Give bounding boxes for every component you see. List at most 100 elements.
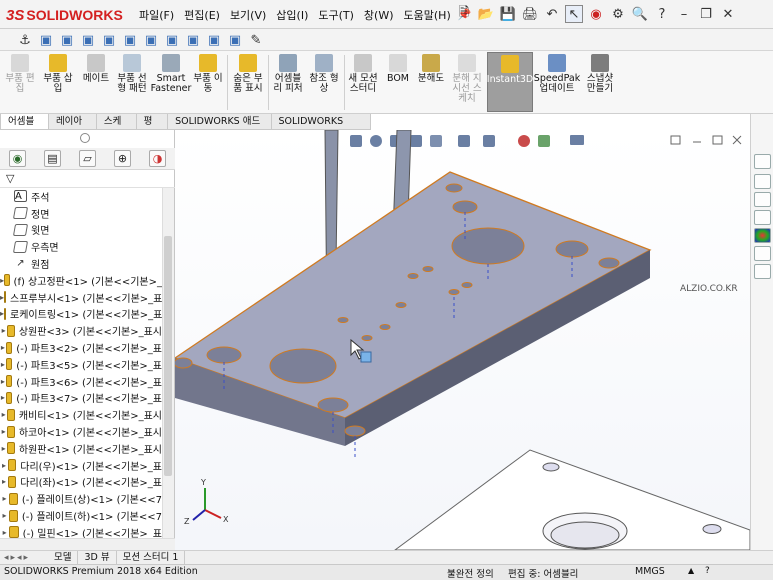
tree-item[interactable]: ▸ (-) 파트3<5> (기본<<기본>_표 (0, 356, 162, 373)
print-icon[interactable]: 🖨 (521, 5, 539, 23)
select-arrow-icon[interactable]: ↖ (565, 5, 583, 23)
bolt-hole[interactable] (452, 200, 478, 214)
exploded-view-button[interactable]: 분해도 (414, 54, 448, 84)
move-component-button[interactable]: 부품 이 동 (192, 54, 224, 94)
lower-plate[interactable] (393, 449, 751, 551)
menu-insert[interactable]: 삽입(I) (271, 7, 313, 23)
instant3d-button[interactable]: Instant3D (487, 52, 533, 112)
tree-filter[interactable]: ▽ (0, 170, 175, 188)
tab-mbd[interactable]: SOLIDWORKS MBD (270, 114, 371, 142)
tree-item[interactable]: ↗ 원점 (0, 255, 162, 272)
tree-item[interactable]: ▸ 다리(좌)<1> (기본<<기본>_표 (0, 474, 162, 491)
tree-item[interactable]: ▸ (-) 파트3<7> (기본<<기본>_표 (0, 390, 162, 407)
panel-pin-icon[interactable] (80, 133, 90, 143)
view-normal-to-icon[interactable]: ▣ (226, 31, 244, 49)
forum-icon[interactable] (754, 264, 771, 279)
heads-up-toolbar[interactable] (350, 135, 584, 147)
tree-item[interactable]: 우측면 (0, 238, 162, 255)
view-back-icon[interactable]: ▣ (58, 31, 76, 49)
save-icon[interactable]: 💾 (499, 5, 517, 23)
bolt-hole[interactable] (173, 357, 193, 369)
menu-file[interactable]: 파일(F) (134, 7, 179, 23)
viewport-close-icon[interactable] (732, 135, 742, 145)
view-palette-icon[interactable] (754, 210, 771, 225)
filter-funnel-icon[interactable]: ▽ (6, 172, 14, 185)
view-top-icon[interactable]: ▣ (121, 31, 139, 49)
view-dimetric-icon[interactable]: ▣ (184, 31, 202, 49)
bolt-hole[interactable] (598, 257, 620, 269)
large-hole-bottom[interactable] (269, 348, 337, 384)
view-left-icon[interactable]: ▣ (79, 31, 97, 49)
menu-edit[interactable]: 편집(E) (179, 7, 225, 23)
close-icon[interactable]: ✕ (719, 5, 737, 23)
tree-item[interactable]: 윗면 (0, 222, 162, 239)
tab-evaluate[interactable]: 평가 (135, 114, 169, 142)
restore-icon[interactable]: ❐ (697, 5, 715, 23)
expand-arrow-icon[interactable]: ▸ (0, 444, 7, 453)
solidworks-resources-icon[interactable] (754, 154, 771, 169)
bolt-hole[interactable] (206, 346, 242, 364)
expand-arrow-icon[interactable]: ▸ (0, 528, 9, 537)
display-style-icon[interactable] (458, 135, 470, 147)
tab-model[interactable]: 모델 (48, 550, 79, 565)
mold-plate[interactable] (173, 171, 652, 446)
menu-window[interactable]: 창(W) (359, 7, 399, 23)
tree-item[interactable]: ▸ (-) 파트3<6> (기본<<기본>_표 (0, 373, 162, 390)
expand-arrow-icon[interactable]: ▸ (0, 427, 7, 436)
help-question-icon[interactable]: ? (705, 566, 710, 576)
feature-tree-tab-icon[interactable]: ◉ (9, 150, 26, 167)
help-icon[interactable]: ? (653, 5, 671, 23)
tab-addins[interactable]: SOLIDWORKS 애드인 (167, 114, 272, 142)
minimize-icon[interactable]: – (675, 5, 693, 23)
assembly-3d-view[interactable]: Y X Z (173, 129, 751, 551)
viewport-restore-icon[interactable] (712, 135, 723, 145)
solidworks-logo[interactable]: 3S SOLIDWORKS (6, 4, 123, 26)
viewport-window-controls[interactable] (670, 135, 742, 145)
reference-geometry-button[interactable]: 참조 형 상 (307, 54, 341, 94)
expand-arrow-icon[interactable]: ▸ (0, 360, 6, 369)
edit-appearance-icon[interactable] (518, 135, 530, 147)
tab-sketch[interactable]: 스케치 (95, 114, 137, 142)
view-trimetric-icon[interactable]: ▣ (205, 31, 223, 49)
expand-arrow-icon[interactable]: ▸ (0, 343, 6, 352)
options-gear-icon[interactable]: ⚙ (609, 5, 627, 23)
expand-arrow-icon[interactable]: ▸ (0, 326, 7, 335)
menu-view[interactable]: 보기(V) (225, 7, 271, 23)
viewport-tile-icon[interactable] (670, 135, 681, 145)
tree-item[interactable]: A 주석 (0, 188, 162, 205)
custom-properties-icon[interactable] (754, 246, 771, 261)
display-manager-tab-icon[interactable]: ◑ (149, 150, 166, 167)
property-manager-tab-icon[interactable]: ▤ (44, 150, 61, 167)
bolt-hole[interactable] (317, 397, 349, 413)
expand-arrow-icon[interactable]: ▸ (0, 377, 6, 386)
view-iso-icon[interactable]: ▣ (163, 31, 181, 49)
tree-item[interactable]: ▸ (-) 밀핀<1> (기본<<기본>_표 (0, 524, 162, 538)
tree-item[interactable]: ▸ 상원판<3> (기본<<기본>_표시 (0, 322, 162, 339)
tree-item[interactable]: 정면 (0, 205, 162, 222)
expand-arrow-icon[interactable]: ▸ (0, 393, 6, 402)
large-hole-top[interactable] (451, 227, 525, 265)
tab-layout[interactable]: 레이아웃 (47, 114, 97, 142)
tree-horizontal-scrollbar[interactable] (0, 538, 175, 550)
tab-3d-views[interactable]: 3D 뷰 (78, 550, 117, 565)
view-orientation-icon[interactable] (430, 135, 442, 147)
new-motion-study-button[interactable]: 새 모션 스터디 (346, 54, 380, 94)
menu-tools[interactable]: 도구(T) (313, 7, 359, 23)
expand-arrow-icon[interactable]: ▸ (0, 494, 9, 503)
insert-component-button[interactable]: 부품 삽 입 (42, 54, 74, 94)
tree-item[interactable]: ▸ (-) 플레이트(상)<1> (기본<<7 (0, 490, 162, 507)
tree-scroll-thumb[interactable] (164, 236, 172, 476)
graphics-viewport[interactable]: Y X Z ALZIO.CO.KR (173, 129, 751, 551)
tab-scroll-arrows[interactable]: ◂▸◂▸ (0, 553, 48, 563)
tree-item[interactable]: ▸ 하원판<1> (기본<<기본>_표시 (0, 440, 162, 457)
tree-item[interactable]: ▸ 캐비티<1> (기본<<기본>_표시 (0, 406, 162, 423)
tree-item[interactable]: ▸ (-) 플레이트(하)<1> (기본<<7 (0, 507, 162, 524)
tab-motion-study[interactable]: 모션 스터디 1 (117, 550, 186, 565)
menu-help[interactable]: 도움말(H) (399, 7, 456, 23)
explode-line-sketch-button[interactable]: 분해 지 시선 스 케치 (450, 54, 484, 104)
bolt-hole[interactable] (344, 425, 366, 437)
view-bottom-icon[interactable]: ▣ (142, 31, 160, 49)
apply-scene-icon[interactable] (538, 135, 550, 147)
assembly-features-button[interactable]: 어셈블 리 피처 (271, 54, 305, 94)
bolt-hole[interactable] (445, 183, 463, 193)
